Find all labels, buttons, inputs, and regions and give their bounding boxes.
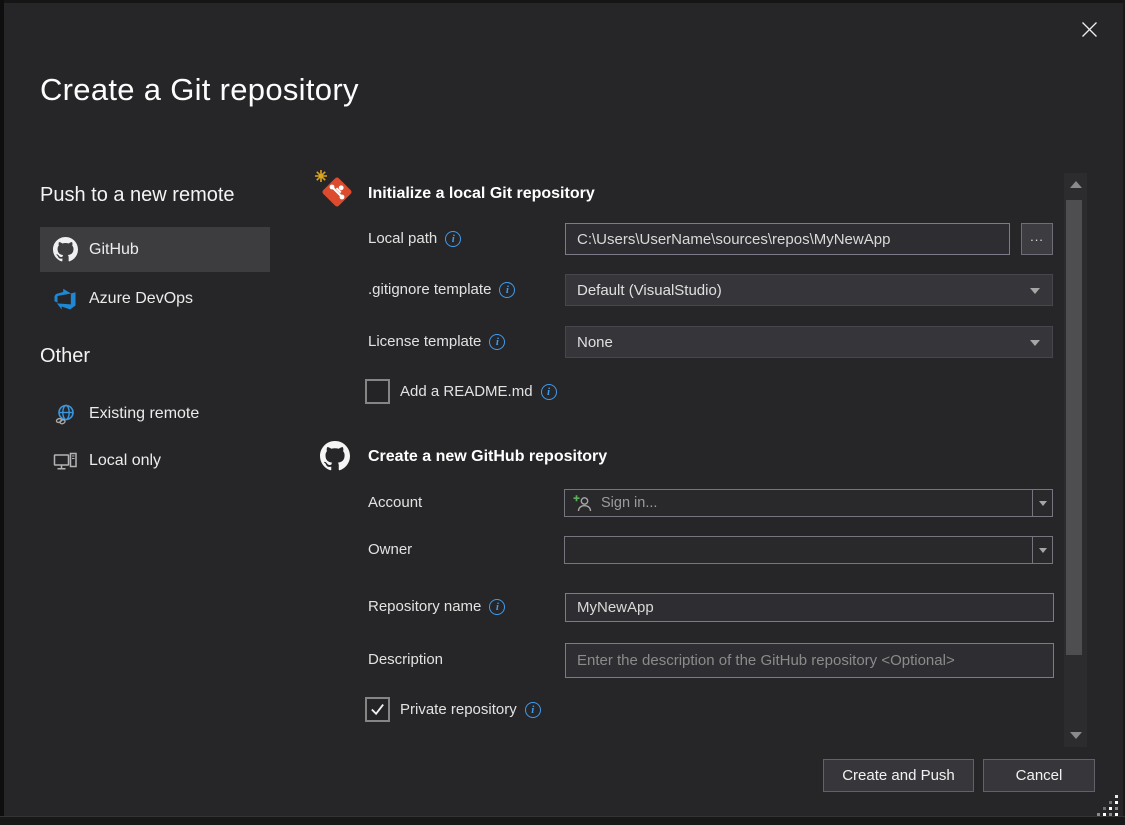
section-title-github: Create a new GitHub repository: [368, 448, 607, 466]
sidebar-item-label: Azure DevOps: [89, 290, 193, 308]
sidebar-item-label: Local only: [89, 452, 161, 470]
local-path-label: Local path i: [368, 229, 461, 249]
computer-icon: [52, 448, 78, 474]
gitignore-template-label: .gitignore template i: [368, 280, 515, 300]
check-icon: [369, 701, 386, 718]
resize-grip[interactable]: [1094, 792, 1120, 818]
globe-link-icon: [52, 401, 78, 427]
info-icon[interactable]: i: [541, 384, 557, 400]
create-and-push-button[interactable]: Create and Push: [823, 759, 974, 792]
sign-in-user-icon: [573, 494, 593, 513]
dropdown-value: Default (VisualStudio): [577, 282, 722, 299]
dialog-title: Create a Git repository: [40, 72, 359, 108]
close-icon: [1081, 21, 1098, 41]
chevron-down-icon: [1070, 732, 1082, 739]
sidebar-item-label: Existing remote: [89, 405, 199, 423]
sidebar-item-local-only[interactable]: Local only: [40, 442, 270, 480]
scroll-up-button[interactable]: [1064, 175, 1087, 194]
info-icon[interactable]: i: [489, 599, 505, 615]
repository-name-input[interactable]: [565, 593, 1054, 622]
scroll-down-button[interactable]: [1064, 726, 1087, 745]
cancel-button[interactable]: Cancel: [983, 759, 1095, 792]
account-label: Account: [368, 493, 422, 513]
git-new-repo-icon: [315, 170, 357, 212]
window-border-top: [0, 0, 1125, 3]
info-icon[interactable]: i: [525, 702, 541, 718]
github-icon: [52, 237, 78, 263]
sidebar-item-label: GitHub: [89, 241, 139, 259]
local-path-input[interactable]: [565, 223, 1010, 255]
chevron-down-icon: [1039, 548, 1047, 553]
repository-name-label: Repository name i: [368, 597, 505, 617]
window-border-bottom: [0, 817, 1125, 825]
vertical-scrollbar[interactable]: [1064, 173, 1087, 747]
sidebar-heading-push: Push to a new remote: [40, 184, 235, 207]
chevron-down-icon: [1030, 288, 1040, 294]
private-repository-checkbox[interactable]: [365, 697, 390, 722]
sidebar-item-existing-remote[interactable]: Existing remote: [40, 395, 270, 433]
scrollbar-thumb[interactable]: [1066, 200, 1082, 655]
chevron-down-icon: [1030, 340, 1040, 346]
window-border-left: [0, 0, 4, 825]
github-icon: [320, 441, 350, 471]
info-icon[interactable]: i: [489, 334, 505, 350]
chevron-up-icon: [1070, 181, 1082, 188]
owner-dropdown-button[interactable]: [1032, 537, 1052, 563]
license-template-dropdown[interactable]: None: [565, 326, 1053, 358]
browse-button[interactable]: ...: [1021, 223, 1053, 255]
add-readme-label: Add a README.md i: [400, 382, 557, 402]
add-readme-checkbox[interactable]: [365, 379, 390, 404]
description-input[interactable]: [565, 643, 1054, 678]
account-combobox[interactable]: Sign in...: [564, 489, 1053, 517]
section-title-init: Initialize a local Git repository: [368, 185, 595, 203]
account-dropdown-button[interactable]: [1032, 490, 1052, 516]
owner-label: Owner: [368, 540, 412, 560]
private-repository-label: Private repository i: [400, 700, 541, 720]
sidebar-item-github[interactable]: GitHub: [40, 227, 270, 272]
license-template-label: License template i: [368, 332, 505, 352]
info-icon[interactable]: i: [499, 282, 515, 298]
close-button[interactable]: [1074, 16, 1104, 46]
sidebar-item-azure-devops[interactable]: Azure DevOps: [40, 280, 270, 318]
account-value: Sign in...: [601, 495, 657, 511]
sidebar-heading-other: Other: [40, 345, 90, 368]
owner-combobox[interactable]: [564, 536, 1053, 564]
chevron-down-icon: [1039, 501, 1047, 506]
info-icon[interactable]: i: [445, 231, 461, 247]
azure-devops-icon: [52, 286, 78, 312]
dropdown-value: None: [577, 334, 613, 351]
create-git-repository-dialog: Create a Git repository Push to a new re…: [0, 0, 1125, 825]
gitignore-template-dropdown[interactable]: Default (VisualStudio): [565, 274, 1053, 306]
description-label: Description: [368, 650, 443, 670]
